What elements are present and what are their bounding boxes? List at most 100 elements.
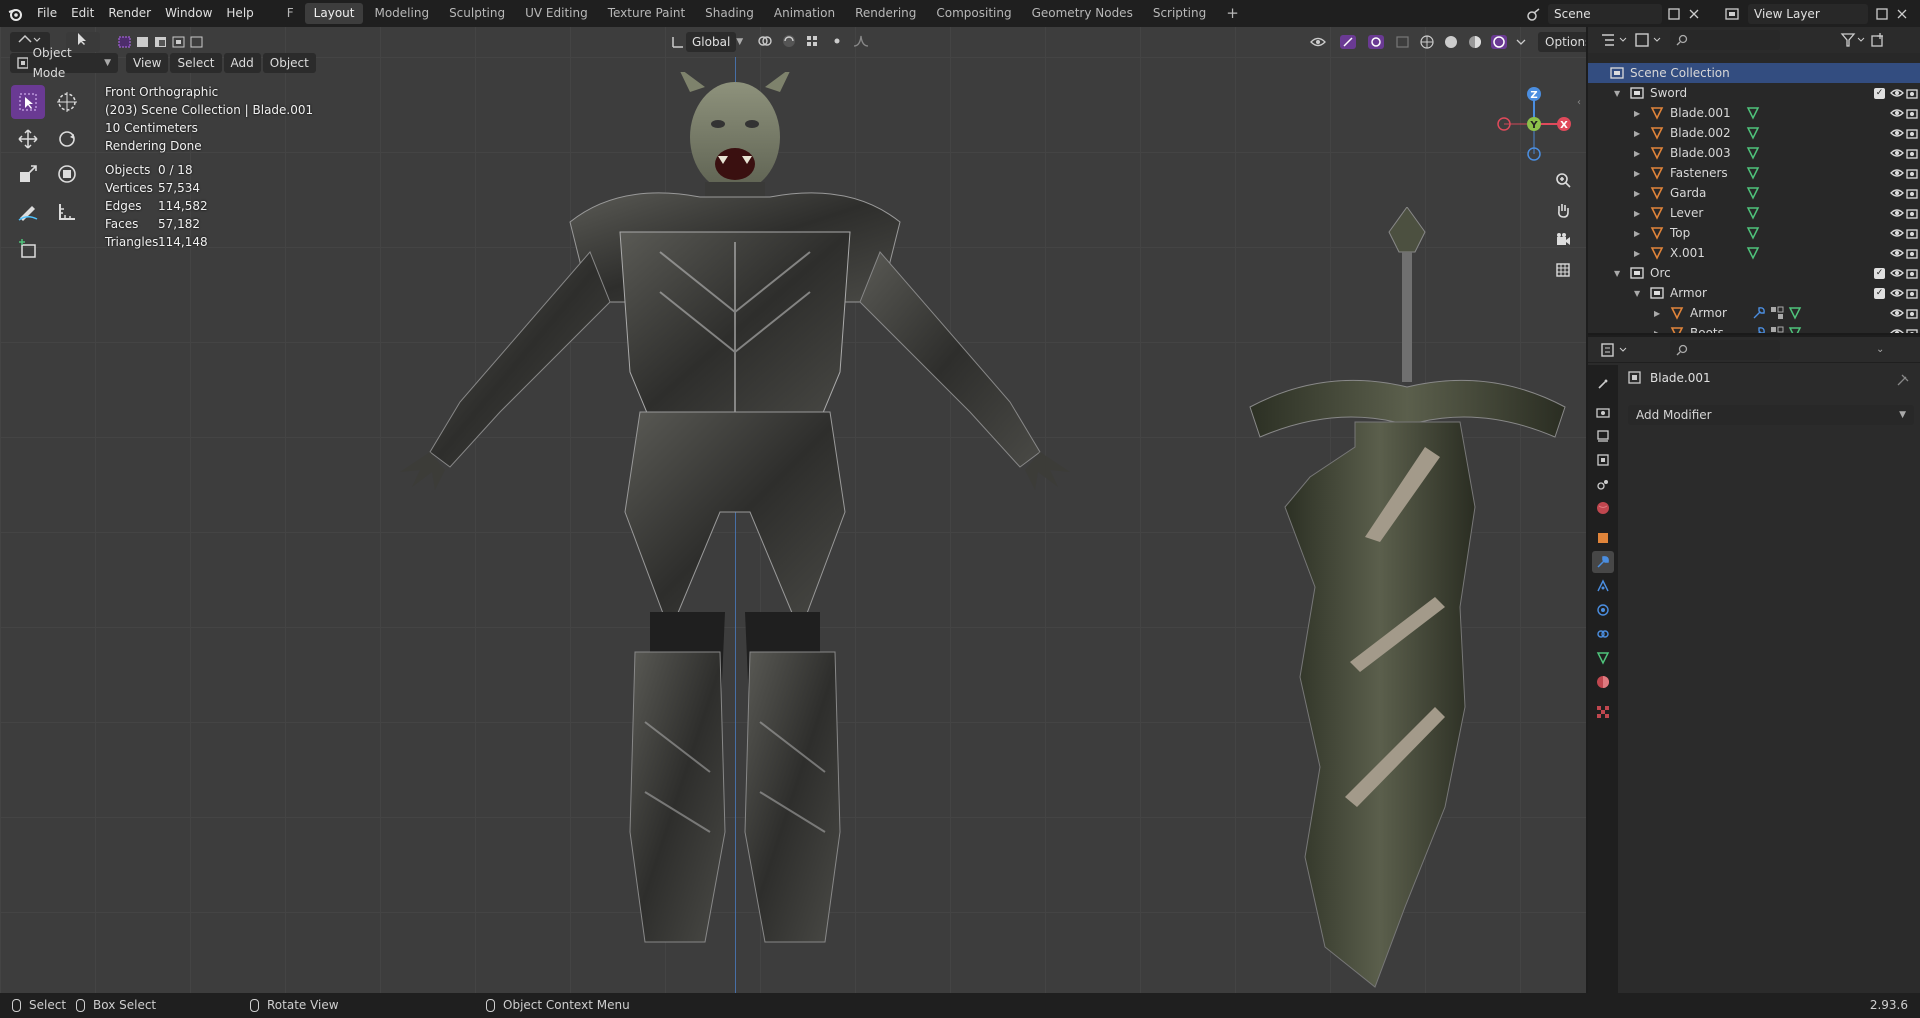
move-tool-icon[interactable]	[11, 122, 45, 156]
menu-file[interactable]: File	[30, 0, 64, 27]
wireframe-shading-icon[interactable]	[1418, 34, 1436, 50]
outliner-editor-icon[interactable]	[1600, 32, 1630, 48]
copy-scene-icon[interactable]	[1666, 6, 1682, 22]
mesh-data-icon[interactable]	[1746, 246, 1760, 260]
shading-options-icon[interactable]	[1514, 34, 1528, 50]
view-layer-tab-icon[interactable]	[1592, 449, 1614, 471]
options-dropdown[interactable]: Options ▼	[1538, 32, 1586, 52]
outliner-row[interactable]: Scene Collection	[1588, 63, 1920, 83]
outliner-row[interactable]: ▶ Blade.002	[1588, 123, 1920, 143]
render-camera-icon[interactable]	[1906, 246, 1918, 260]
scale-tool-icon[interactable]	[11, 157, 45, 191]
outliner-row[interactable]: ▶ Garda	[1588, 183, 1920, 203]
tab-layout[interactable]: Layout	[304, 3, 364, 24]
remove-scene-icon[interactable]	[1686, 6, 1702, 22]
properties-editor-icon[interactable]	[1600, 342, 1630, 358]
view-layer-field[interactable]: View Layer	[1748, 4, 1868, 24]
tab-texture-paint[interactable]: Texture Paint	[599, 3, 694, 24]
visibility-eye-icon[interactable]	[1890, 206, 1904, 220]
tab-animation[interactable]: Animation	[765, 3, 844, 24]
scene-selector[interactable]: Scene	[1526, 4, 1702, 24]
visibility-eye-icon[interactable]	[1890, 106, 1904, 120]
render-camera-icon[interactable]	[1906, 106, 1918, 120]
tool-tab-icon[interactable]	[1592, 373, 1614, 395]
solid-shading-icon[interactable]	[1442, 34, 1460, 50]
overlays-toggle-icon[interactable]	[1366, 34, 1388, 50]
visibility-eye-icon[interactable]	[1890, 86, 1904, 100]
pin-icon[interactable]	[1896, 373, 1910, 387]
visibility-eye-icon[interactable]	[1890, 286, 1904, 300]
mesh-data-icon[interactable]	[1746, 146, 1760, 160]
expand-arrow-icon[interactable]: ▶	[1634, 249, 1640, 258]
modifier-tab-icon[interactable]	[1592, 551, 1614, 573]
expand-arrow-icon[interactable]: ▶	[1634, 189, 1640, 198]
rendered-shading-icon[interactable]	[1490, 34, 1508, 50]
outliner-row[interactable]: ▼ Orc ✓	[1588, 263, 1920, 283]
vertex-group-icon[interactable]	[1770, 306, 1784, 320]
measure-tool-icon[interactable]	[50, 194, 84, 228]
expand-arrow-icon[interactable]: ▼	[1634, 289, 1640, 298]
expand-arrow-icon[interactable]: ▶	[1634, 109, 1640, 118]
mesh-data-icon[interactable]	[1746, 206, 1760, 220]
annotate-tool-icon[interactable]	[11, 194, 45, 228]
outliner-row[interactable]: ▶ X.001	[1588, 243, 1920, 263]
snap-icon[interactable]	[780, 33, 798, 49]
tab-sculpting[interactable]: Sculpting	[440, 3, 514, 24]
options-button[interactable]: Options	[1538, 32, 1586, 52]
add-cube-tool-icon[interactable]	[11, 232, 45, 266]
select-invert-icon[interactable]	[170, 34, 188, 50]
tab-geometry-nodes[interactable]: Geometry Nodes	[1023, 3, 1142, 24]
mesh-data-icon[interactable]	[1746, 186, 1760, 200]
select-box-tool-icon[interactable]	[11, 85, 45, 119]
physics-tab-icon[interactable]	[1592, 599, 1614, 621]
outliner-row[interactable]: ▶ Blade.003	[1588, 143, 1920, 163]
tab-rendering[interactable]: Rendering	[846, 3, 925, 24]
expand-arrow-icon[interactable]: ▶	[1634, 229, 1640, 238]
exclude-checkbox[interactable]: ✓	[1874, 267, 1885, 279]
menu-render[interactable]: Render	[101, 0, 158, 27]
expand-arrow-icon[interactable]: ▶	[1634, 129, 1640, 138]
render-camera-icon[interactable]	[1906, 186, 1918, 200]
menu-object[interactable]: Object	[262, 53, 316, 73]
output-tab-icon[interactable]	[1592, 425, 1614, 447]
select-intersect-icon[interactable]	[188, 34, 206, 50]
blender-logo-icon[interactable]	[0, 6, 30, 22]
visibility-eye-icon[interactable]	[1890, 266, 1904, 280]
scene-tab-icon[interactable]	[1592, 473, 1614, 495]
visibility-eye-icon[interactable]	[1890, 186, 1904, 200]
visibility-eye-icon[interactable]	[1890, 146, 1904, 160]
visibility-eye-icon[interactable]	[1890, 126, 1904, 140]
menu-select[interactable]: Select	[170, 53, 222, 73]
view-layer-selector[interactable]: View Layer	[1724, 4, 1910, 24]
particles-tab-icon[interactable]	[1592, 575, 1614, 597]
visibility-eye-icon[interactable]	[1890, 226, 1904, 240]
visibility-icon[interactable]	[1310, 34, 1332, 50]
expand-arrow-icon[interactable]: ▶	[1654, 309, 1660, 318]
render-camera-icon[interactable]	[1906, 206, 1918, 220]
display-mode-icon[interactable]	[1634, 32, 1664, 48]
cursor-tool-icon[interactable]	[50, 85, 84, 119]
render-tab-icon[interactable]	[1592, 401, 1614, 423]
tab-shading[interactable]: Shading	[696, 3, 763, 24]
ortho-grid-icon[interactable]	[1550, 257, 1576, 283]
render-camera-icon[interactable]	[1906, 146, 1918, 160]
tab-modeling[interactable]: Modeling	[365, 3, 438, 24]
properties-options-icon[interactable]: ⌄	[1876, 344, 1884, 355]
menu-add[interactable]: Add	[223, 53, 261, 73]
navigation-gizmo[interactable]: Z X Y	[1492, 82, 1572, 162]
select-extend-icon[interactable]	[134, 34, 152, 50]
tab-compositing[interactable]: Compositing	[927, 3, 1020, 24]
visibility-eye-icon[interactable]	[1890, 246, 1904, 260]
outliner-row[interactable]: ▼ Sword ✓	[1588, 83, 1920, 103]
tab-uv-editing[interactable]: UV Editing	[516, 3, 597, 24]
visibility-eye-icon[interactable]	[1890, 306, 1904, 320]
proportional-edit-icon[interactable]	[828, 33, 846, 49]
xray-icon[interactable]	[1394, 34, 1412, 50]
new-collection-icon[interactable]	[1870, 32, 1886, 48]
menu-view[interactable]: View	[126, 53, 169, 73]
mesh-data-icon[interactable]	[1746, 166, 1760, 180]
visibility-eye-icon[interactable]	[1890, 166, 1904, 180]
pivot-icon[interactable]	[756, 33, 774, 49]
gizmo-toggle-icon[interactable]	[1338, 34, 1360, 50]
3d-viewport[interactable]: Global ▼ Object Mode ▼ View Select Add O…	[0, 27, 1586, 993]
